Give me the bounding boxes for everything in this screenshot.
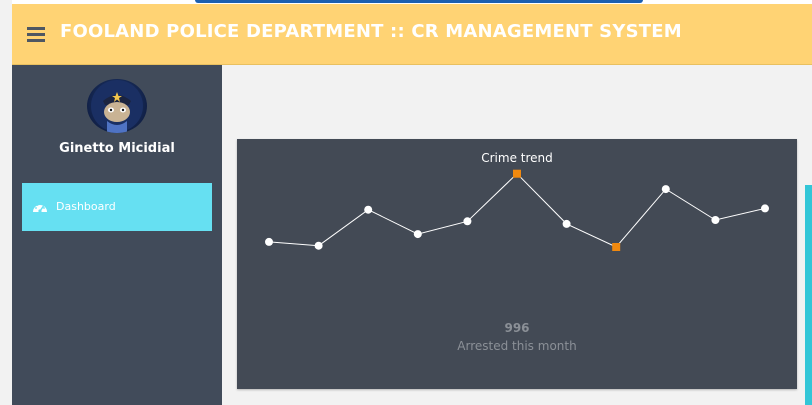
app-header: FOOLAND POLICE DEPARTMENT :: CR MANAGEME… xyxy=(12,4,812,65)
user-name: Ginetto Micidial xyxy=(59,141,175,156)
hamburger-icon[interactable] xyxy=(27,27,45,43)
scrollbar[interactable] xyxy=(805,185,812,405)
data-point-11[interactable] xyxy=(761,204,769,213)
data-point-7[interactable] xyxy=(562,219,571,228)
dashboard-gauge-icon xyxy=(33,203,47,213)
sidebar: Ginetto Micidial Dashboard xyxy=(12,65,222,405)
top-accent-bar xyxy=(195,0,643,3)
data-point-9[interactable] xyxy=(661,185,670,194)
page-title: FOOLAND POLICE DEPARTMENT :: CR MANAGEME… xyxy=(60,21,682,42)
data-point-1[interactable] xyxy=(265,237,273,246)
avatar[interactable] xyxy=(87,79,147,133)
data-point-4[interactable] xyxy=(413,230,422,239)
police-mascot-icon xyxy=(91,80,143,133)
data-point-3[interactable] xyxy=(364,205,373,214)
sidebar-item-label: Dashboard xyxy=(56,200,116,213)
arrested-label: Arrested this month xyxy=(457,339,577,353)
data-point-10[interactable] xyxy=(711,216,720,224)
series-line xyxy=(268,172,766,248)
arrested-count: 996 xyxy=(504,321,530,335)
sidebar-item-dashboard[interactable]: Dashboard xyxy=(22,183,212,231)
crime-trend-chart xyxy=(265,169,769,251)
data-point-8[interactable] xyxy=(612,243,621,251)
crime-trend-card: Crime trend 996 Arrested this month xyxy=(237,139,797,389)
data-point-2[interactable] xyxy=(314,241,323,250)
data-point-5[interactable] xyxy=(463,217,472,226)
data-point-6[interactable] xyxy=(513,169,521,178)
